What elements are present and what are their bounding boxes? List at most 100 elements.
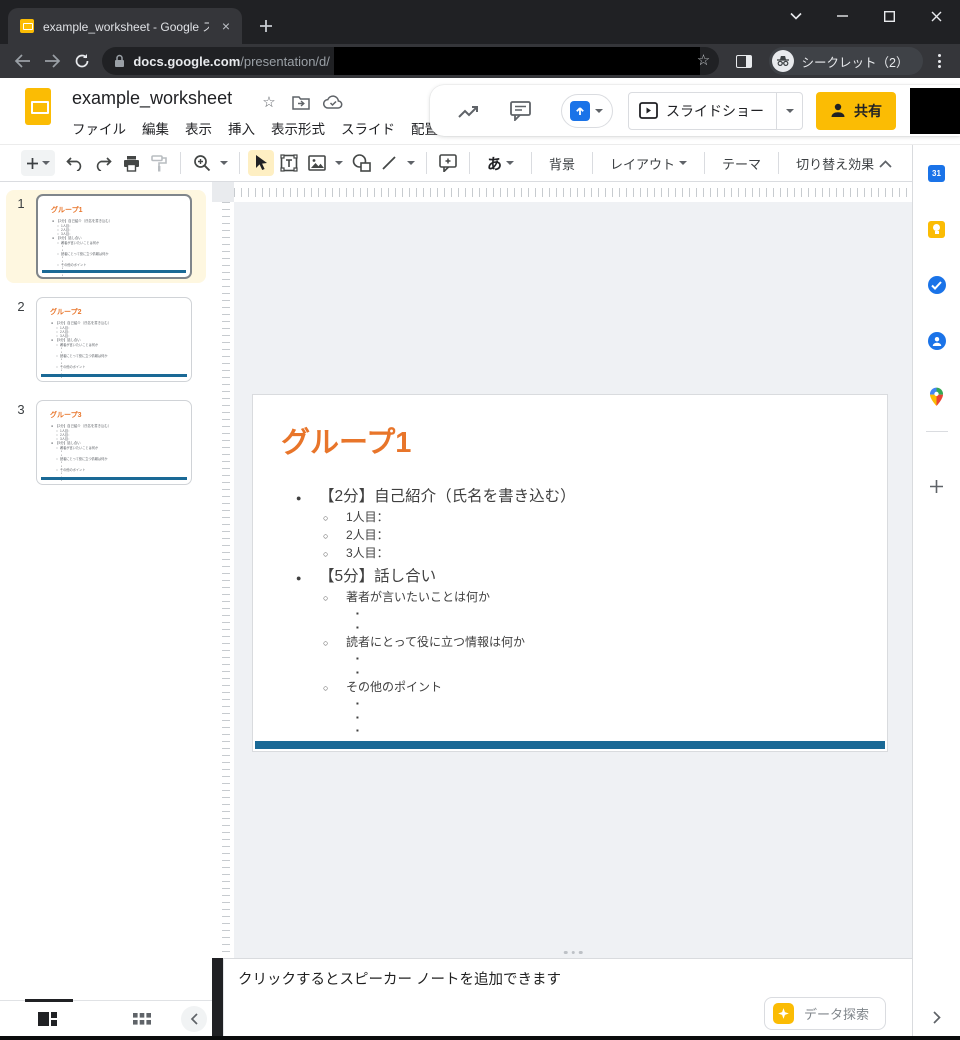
bullet-line-level-2: ○読者にとって役に立つ情報は何か xyxy=(253,634,867,652)
bullet-line-level-1: ●【2分】自己紹介（氏名を書き込む） xyxy=(253,486,867,509)
tasks-icon[interactable] xyxy=(927,275,947,295)
slide-thumbnail-3[interactable]: 3 グループ3 ●【2分】自己紹介（氏名を書き込む）○1人目：○2人目：○3人目… xyxy=(6,396,206,489)
bullet-text: その他のポイント xyxy=(346,679,442,696)
user-avatar[interactable] xyxy=(910,88,960,134)
comments-icon[interactable] xyxy=(509,99,531,123)
browser-url-bar: docs.google.com/presentation/d/ ☆ シークレット… xyxy=(0,44,960,78)
back-button[interactable] xyxy=(8,47,37,75)
slide-thumbnail-1[interactable]: 1 グループ1 ●【2分】自己紹介（氏名を書き込む）○1人目：○2人目：○3人目… xyxy=(6,190,206,283)
paint-format-button[interactable] xyxy=(146,150,172,176)
bullet-marker-icon: ● xyxy=(51,321,53,326)
menu-slide[interactable]: スライド xyxy=(333,114,403,142)
filmstrip-view-button[interactable] xyxy=(38,1012,57,1026)
explore-button[interactable]: データ探索 xyxy=(764,997,886,1030)
new-slide-button[interactable] xyxy=(21,150,55,176)
zoom-caret-icon[interactable] xyxy=(220,161,228,165)
thumbnail-canvas[interactable]: グループ1 ●【2分】自己紹介（氏名を書き込む）○1人目：○2人目：○3人目：●… xyxy=(36,194,192,279)
menu-edit[interactable]: 編集 xyxy=(134,114,177,142)
zoom-button[interactable] xyxy=(189,150,215,176)
menu-insert[interactable]: 挿入 xyxy=(220,114,263,142)
redo-button[interactable] xyxy=(90,150,116,176)
text-box-button[interactable] xyxy=(276,150,302,176)
browser-menu-button[interactable] xyxy=(927,47,953,75)
layout-label: レイアウト xyxy=(610,154,675,173)
bullet-text: その他のポイント xyxy=(60,365,86,369)
menu-format[interactable]: 表示形式 xyxy=(263,114,333,142)
slideshow-dropdown-caret[interactable] xyxy=(776,93,802,129)
tab-search-chevron-icon[interactable] xyxy=(772,0,819,32)
undo-button[interactable] xyxy=(62,150,88,176)
contacts-icon[interactable] xyxy=(927,331,947,351)
slide-thumbnail-2[interactable]: 2 グループ2 ●【2分】自己紹介（氏名を書き込む）○1人目：○2人目：○3人目… xyxy=(6,293,206,386)
insert-line-button[interactable] xyxy=(376,150,402,176)
present-button[interactable] xyxy=(561,94,613,128)
ime-label: あ xyxy=(487,153,502,174)
window-minimize-button[interactable] xyxy=(819,0,866,32)
hide-menus-button[interactable] xyxy=(872,151,898,177)
new-slide-caret-icon[interactable] xyxy=(42,161,50,165)
slides-logo-icon[interactable] xyxy=(25,88,51,125)
present-icon xyxy=(570,101,590,121)
thumbnail-canvas[interactable]: グループ2 ●【2分】自己紹介（氏名を書き込む）○1人目：○2人目：○3人目：●… xyxy=(36,297,192,382)
tab-close-icon[interactable]: × xyxy=(218,17,234,35)
add-addon-button[interactable] xyxy=(927,476,947,496)
keep-icon[interactable] xyxy=(927,219,947,239)
reload-button[interactable] xyxy=(67,47,96,75)
background-button[interactable]: 背景 xyxy=(539,154,585,173)
incognito-icon xyxy=(772,50,794,72)
print-button[interactable] xyxy=(118,150,144,176)
new-tab-button[interactable] xyxy=(254,14,278,38)
move-to-folder-icon[interactable] xyxy=(290,91,312,113)
speaker-notes-placeholder[interactable]: クリックするとスピーカー ノートを追加できます xyxy=(238,968,561,989)
thumbnail-canvas[interactable]: グループ3 ●【2分】自己紹介（氏名を書き込む）○1人目：○2人目：○3人目：●… xyxy=(36,400,192,485)
menu-file[interactable]: ファイル xyxy=(64,114,134,142)
image-caret-icon[interactable] xyxy=(335,161,343,165)
window-maximize-button[interactable] xyxy=(866,0,913,32)
grid-view-button[interactable] xyxy=(133,1013,151,1025)
bullet-marker-icon: ○ xyxy=(56,468,58,472)
filmstrip-panel: 1 グループ1 ●【2分】自己紹介（氏名を書き込む）○1人目：○2人目：○3人目… xyxy=(0,182,212,1036)
side-panel-button[interactable] xyxy=(727,47,760,75)
insert-shape-button[interactable] xyxy=(348,150,374,176)
url-path: /presentation/d/ xyxy=(240,54,330,69)
insert-comment-button[interactable] xyxy=(435,150,461,176)
transition-button[interactable]: 切り替え効果 xyxy=(786,154,884,173)
url-redacted-block xyxy=(334,47,700,75)
bookmark-star-icon[interactable]: ☆ xyxy=(697,51,710,69)
star-document-icon[interactable]: ☆ xyxy=(258,91,280,113)
hide-side-panel-button[interactable] xyxy=(933,1011,941,1024)
bullet-marker-icon: ● xyxy=(51,338,53,343)
slide-title[interactable]: グループ1 xyxy=(281,419,411,461)
cloud-saved-icon[interactable] xyxy=(322,91,344,113)
collapse-filmstrip-button[interactable] xyxy=(181,1006,207,1032)
share-button[interactable]: 共有 xyxy=(816,92,896,130)
slideshow-button[interactable]: スライドショー xyxy=(628,92,803,130)
present-dropdown-caret-icon[interactable] xyxy=(595,109,603,113)
bullet-line-level-3: ▪ xyxy=(253,697,867,711)
line-caret-icon[interactable] xyxy=(407,161,415,165)
notes-resize-handle[interactable] xyxy=(564,951,583,955)
bullet-marker-icon: ○ xyxy=(57,263,59,267)
browser-tab[interactable]: example_worksheet - Google スラ × xyxy=(8,8,242,44)
bullet-line-level-3: ▪ xyxy=(253,711,867,725)
slide-canvas[interactable]: グループ1 ●【2分】自己紹介（氏名を書き込む）○1人目：○2人目：○3人目：●… xyxy=(234,202,912,958)
menu-view[interactable]: 表示 xyxy=(177,114,220,142)
bullet-text: 3人目： xyxy=(346,545,389,562)
theme-button[interactable]: テーマ xyxy=(712,154,771,173)
calendar-icon[interactable]: 31 xyxy=(927,163,947,183)
select-tool-button[interactable] xyxy=(248,150,274,176)
slide-page[interactable]: グループ1 ●【2分】自己紹介（氏名を書き込む）○1人目：○2人目：○3人目：●… xyxy=(252,394,888,752)
maps-icon[interactable] xyxy=(927,387,947,407)
window-close-button[interactable] xyxy=(913,0,960,32)
input-tools-button[interactable]: あ xyxy=(477,153,524,174)
insert-image-button[interactable] xyxy=(304,150,330,176)
slide-body[interactable]: ●【2分】自己紹介（氏名を書き込む）○1人目：○2人目：○3人目：●【5分】話し… xyxy=(253,483,867,738)
activity-trend-icon[interactable] xyxy=(458,99,480,123)
bullet-text: 読者にとって役に立つ情報は何か xyxy=(346,634,525,651)
document-title[interactable]: example_worksheet xyxy=(72,88,232,109)
incognito-badge[interactable]: シークレット（2） xyxy=(769,47,923,75)
speaker-notes-panel[interactable]: クリックするとスピーカー ノートを追加できます データ探索 xyxy=(223,958,912,1036)
layout-button[interactable]: レイアウト xyxy=(600,154,697,173)
forward-button[interactable] xyxy=(37,47,66,75)
address-bar[interactable]: docs.google.com/presentation/d/ ☆ xyxy=(102,47,719,75)
